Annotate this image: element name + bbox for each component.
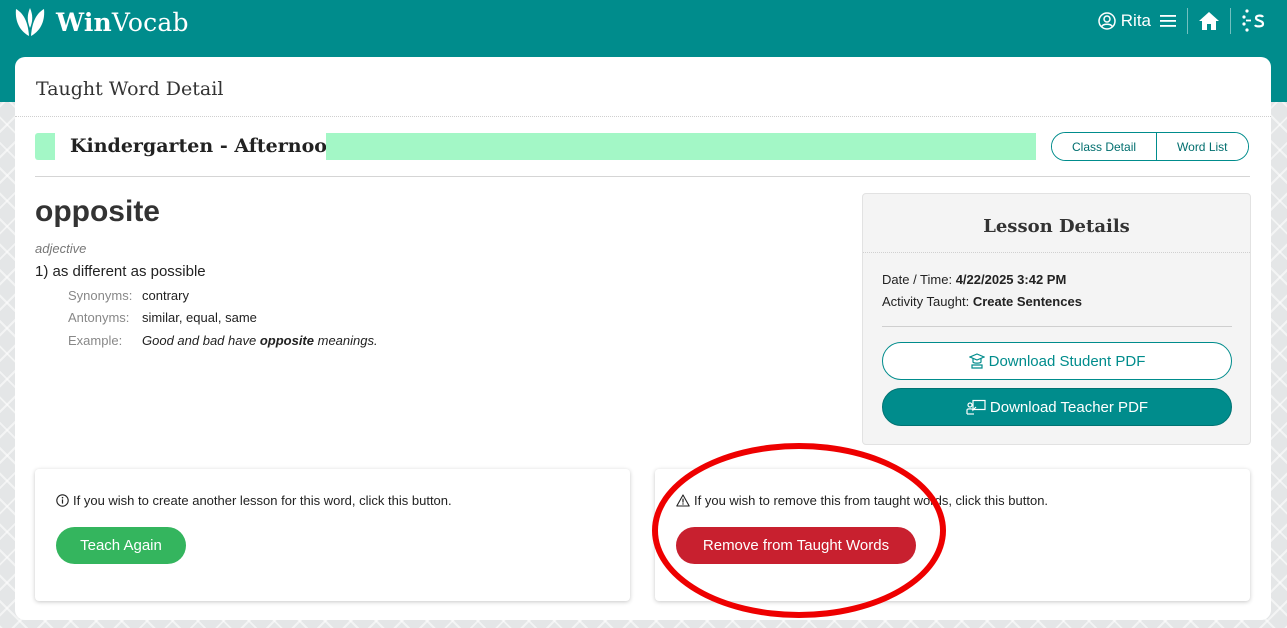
word-term: opposite	[35, 195, 160, 228]
user-menu[interactable]: Rita	[1098, 11, 1151, 31]
example-sentence: Good and bad have opposite meanings.	[142, 333, 378, 348]
leaf-logo-icon	[15, 8, 45, 36]
synonyms-value: contrary	[142, 288, 189, 303]
title-divider	[15, 116, 1271, 117]
page-title: Taught Word Detail	[36, 78, 224, 100]
nav-separator	[1230, 8, 1231, 34]
antonyms-value: similar, equal, same	[142, 310, 257, 325]
remove-taught-message: If you wish to remove this from taught w…	[676, 493, 1048, 508]
part-of-speech: adjective	[35, 241, 87, 256]
nav-separator	[1187, 8, 1188, 34]
teach-again-message: If you wish to create another lesson for…	[56, 493, 452, 508]
teach-again-button[interactable]: Teach Again	[56, 527, 186, 564]
taught-word-detail-card: Taught Word Detail Kindergarten - Aftern…	[15, 57, 1271, 620]
download-student-pdf-label: Download Student PDF	[988, 352, 1146, 370]
spark-app-button[interactable]	[1241, 8, 1267, 34]
user-circle-icon	[1098, 12, 1116, 30]
home-button[interactable]	[1198, 11, 1220, 31]
download-teacher-pdf-label: Download Teacher PDF	[989, 398, 1149, 416]
antonyms-label: Antonyms:	[68, 310, 130, 325]
download-teacher-pdf-button[interactable]: Download Teacher PDF	[882, 388, 1232, 426]
header-right-nav: Rita	[1098, 6, 1267, 36]
lesson-details-panel: Lesson Details Date / Time: 4/22/2025 3:…	[862, 193, 1251, 445]
synonyms-row: Synonyms: contrary	[68, 288, 189, 303]
spark-s-icon	[1242, 9, 1265, 32]
antonyms-row: Antonyms: similar, equal, same	[68, 310, 257, 325]
teacher-board-icon	[966, 399, 986, 415]
lesson-activity: Activity Taught: Create Sentences	[882, 294, 1082, 309]
word-list-button[interactable]: Word List	[1156, 133, 1248, 160]
section-divider	[35, 176, 1250, 177]
brand-logo[interactable]: WinVocab	[14, 6, 189, 38]
info-icon	[56, 494, 69, 507]
word-definition: 1) as different as possible	[35, 263, 206, 280]
class-detail-button[interactable]: Class Detail	[1052, 133, 1157, 160]
brand-name: WinVocab	[56, 7, 189, 37]
menu-icon	[1160, 15, 1176, 27]
warning-icon	[676, 494, 690, 507]
example-row: Example: Good and bad have opposite mean…	[68, 333, 378, 348]
class-nav-button-group: Class Detail Word List	[1051, 132, 1249, 161]
example-label: Example:	[68, 333, 123, 348]
lesson-datetime: Date / Time: 4/22/2025 3:42 PM	[882, 272, 1067, 287]
teach-again-card: If you wish to create another lesson for…	[35, 469, 630, 601]
remove-from-taught-words-button[interactable]: Remove from Taught Words	[676, 527, 916, 564]
class-color-bar	[326, 133, 1036, 160]
class-color-swatch	[35, 133, 55, 160]
menu-button[interactable]	[1159, 13, 1177, 29]
remove-taught-card: If you wish to remove this from taught w…	[655, 469, 1250, 601]
lesson-title-divider	[863, 252, 1250, 253]
lesson-details-title: Lesson Details	[983, 216, 1130, 237]
class-name: Kindergarten - Afternoon	[70, 135, 341, 157]
lesson-divider	[882, 326, 1232, 327]
user-name: Rita	[1120, 11, 1151, 30]
download-student-pdf-button[interactable]: Download Student PDF	[882, 342, 1232, 380]
synonyms-label: Synonyms:	[68, 288, 133, 303]
student-icon	[968, 353, 985, 369]
home-icon	[1199, 12, 1219, 30]
